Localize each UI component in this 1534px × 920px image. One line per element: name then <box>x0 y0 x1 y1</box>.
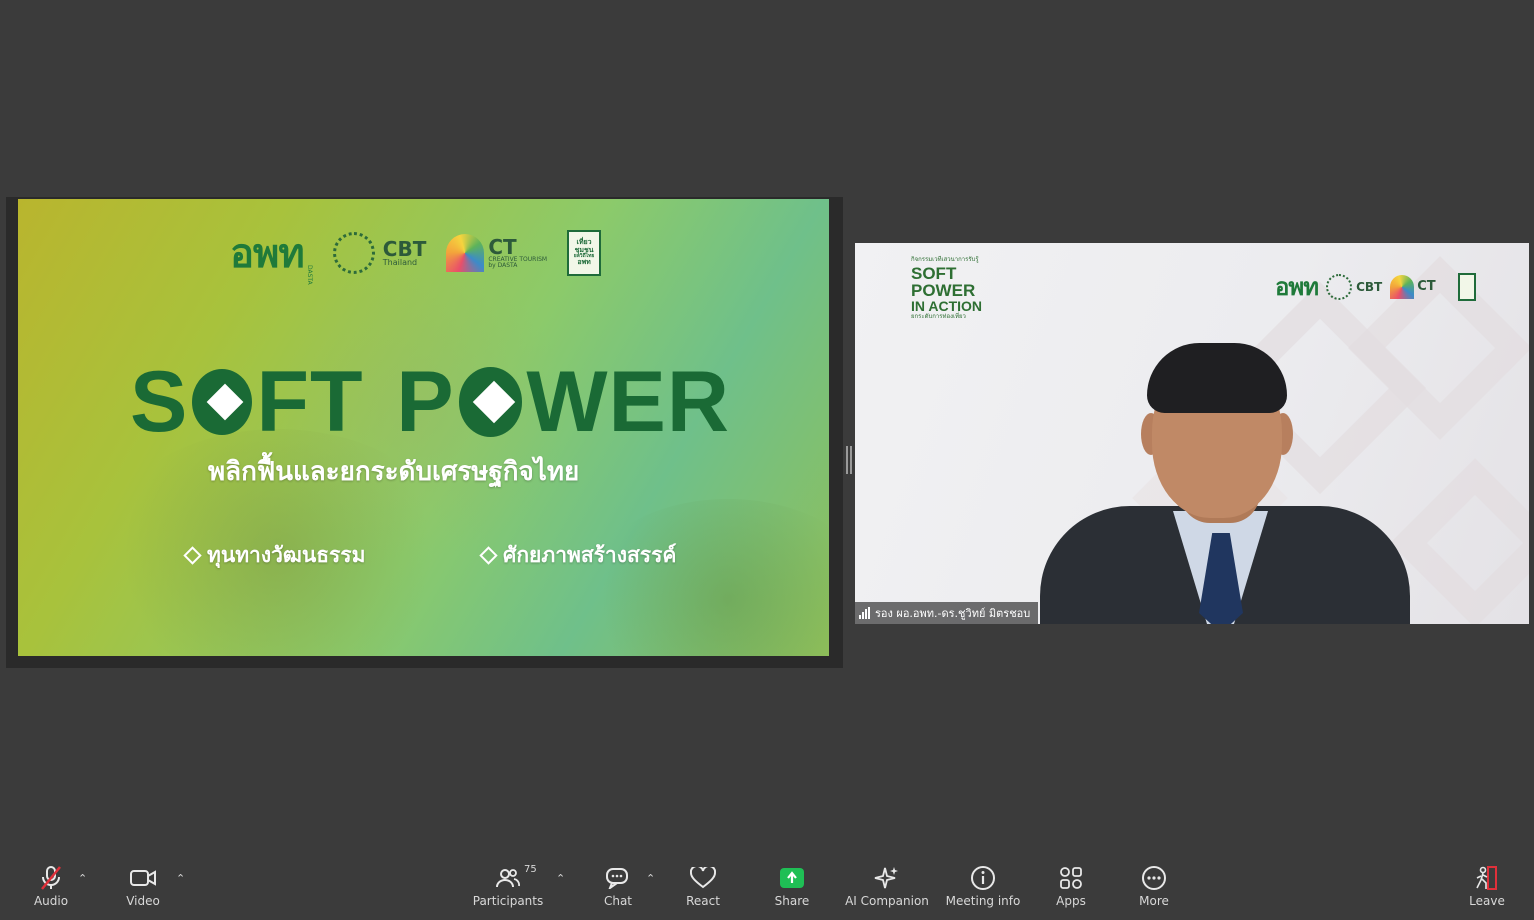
backdrop-logo-row: อพท CBT CT <box>1275 267 1476 306</box>
participants-count: 75 <box>524 864 537 875</box>
title-letter-p: P <box>396 353 455 450</box>
ai-companion-button[interactable]: AI Companion <box>845 864 929 916</box>
slide-texture <box>578 499 829 656</box>
react-label: React <box>686 894 720 908</box>
community-trip-logo: เที่ยว ชุมชน ยลวิถีไทย อพท <box>567 230 602 276</box>
cbt-burst-icon <box>332 232 375 274</box>
heart-icon <box>689 864 717 892</box>
audio-label: Audio <box>33 894 69 908</box>
slide-pillar: ศักยภาพสร้างสรรค์ <box>479 539 677 572</box>
chat-label: Chat <box>603 894 633 908</box>
community-trip-logo <box>1457 272 1476 301</box>
shared-slide: อพท DASTA CBT Thailand CT CREATIVE TOURI… <box>18 199 829 656</box>
participants-button[interactable]: 75 Participants <box>473 864 544 916</box>
own-logo-text: อพท <box>1275 273 1319 301</box>
ct-fan-icon <box>1390 274 1415 299</box>
chat-options-caret[interactable]: ⌃ <box>646 872 655 885</box>
leave-label: Leave <box>1469 894 1505 908</box>
video-options-caret[interactable]: ⌃ <box>176 872 185 885</box>
own-logo-tag: DASTA <box>305 265 313 285</box>
ct-logo-by: by DASTA <box>488 262 518 269</box>
cbt-logo: CBT <box>1326 273 1382 300</box>
video-label: Video <box>126 894 160 908</box>
participants-icon <box>494 864 522 892</box>
apps-label: Apps <box>1056 894 1086 908</box>
diamond-o-icon <box>458 367 523 437</box>
creative-tourism-logo: CT CREATIVE TOURISM by DASTA <box>446 234 547 272</box>
chat-button[interactable]: Chat <box>602 864 634 916</box>
audio-options-caret[interactable]: ⌃ <box>78 872 87 885</box>
own-logo: อพท DASTA <box>230 221 313 285</box>
slide-subtitle: พลิกฟื้นและยกระดับเศรษฐกิจไทย <box>208 457 580 487</box>
speaker-hair <box>1147 343 1287 413</box>
diamond-o-icon <box>192 369 253 435</box>
split-view-handle[interactable] <box>846 446 852 474</box>
soft-power-in-action-logo: กิจกรรมเวทีเสวนาการรับรู้ SOFT POWER IN … <box>911 256 983 320</box>
title-letters-wer: WER <box>526 353 730 450</box>
participant-name-label: รอง ผอ.อพท.-ดร.ชูวิทย์ มิตรชอบ <box>855 602 1039 624</box>
apps-button[interactable]: Apps <box>1052 864 1090 916</box>
more-icon <box>1140 864 1168 892</box>
info-icon <box>969 864 997 892</box>
pillar-label: ทุนทางวัฒนธรรม <box>207 543 366 567</box>
participant-video-tile[interactable]: กิจกรรมเวทีเสวนาการรับรู้ SOFT POWER IN … <box>855 243 1529 624</box>
camera-icon <box>129 864 157 892</box>
participant-name: รอง ผอ.อพท.-ดร.ชูวิทย์ มิตรชอบ <box>875 607 1031 620</box>
audio-button[interactable]: Audio <box>32 864 70 916</box>
leave-icon <box>1473 864 1501 892</box>
diamond-bullet-icon <box>479 546 498 565</box>
meeting-toolbar: Audio ⌃ Video ⌃ 75 Participants ⌃ Chat ⌃… <box>0 850 1534 920</box>
diamond-bullet-icon <box>183 546 202 565</box>
chat-icon <box>604 864 632 892</box>
video-button[interactable]: Video <box>124 864 162 916</box>
more-label: More <box>1139 894 1169 908</box>
more-button[interactable]: More <box>1136 864 1172 916</box>
cbt-burst-icon <box>1326 273 1353 300</box>
slide-title: S FT P WER <box>130 354 730 450</box>
participants-options-caret[interactable]: ⌃ <box>556 872 565 885</box>
slide-logo-row: อพท DASTA CBT Thailand CT CREATIVE TOURI… <box>230 221 602 285</box>
shared-screen-frame: อพท DASTA CBT Thailand CT CREATIVE TOURI… <box>6 197 843 668</box>
ai-companion-label: AI Companion <box>845 894 929 908</box>
title-letter-s: S <box>130 353 189 450</box>
ct-fan-icon <box>446 234 485 272</box>
cbt-logo: CBT Thailand <box>332 232 426 274</box>
signal-icon <box>859 607 870 619</box>
pillar-label: ศักยภาพสร้างสรรค์ <box>503 543 677 567</box>
share-button[interactable]: Share <box>772 864 812 916</box>
own-logo-text: อพท <box>230 231 305 277</box>
meeting-info-label: Meeting info <box>945 894 1021 908</box>
slide-pillar: ทุนทางวัฒนธรรม <box>183 539 366 572</box>
apps-icon <box>1057 864 1085 892</box>
share-screen-icon <box>778 864 806 892</box>
react-button[interactable]: React <box>684 864 722 916</box>
share-label: Share <box>774 894 810 908</box>
backdrop-pattern <box>1390 458 1529 624</box>
creative-tourism-logo: CT <box>1390 274 1436 299</box>
title-letters-ft: FT <box>256 353 364 450</box>
ai-sparkle-icon <box>873 864 901 892</box>
participants-label: Participants <box>472 894 544 908</box>
microphone-muted-icon <box>37 864 65 892</box>
leave-button[interactable]: Leave <box>1469 864 1505 916</box>
meeting-info-button[interactable]: Meeting info <box>946 864 1020 916</box>
